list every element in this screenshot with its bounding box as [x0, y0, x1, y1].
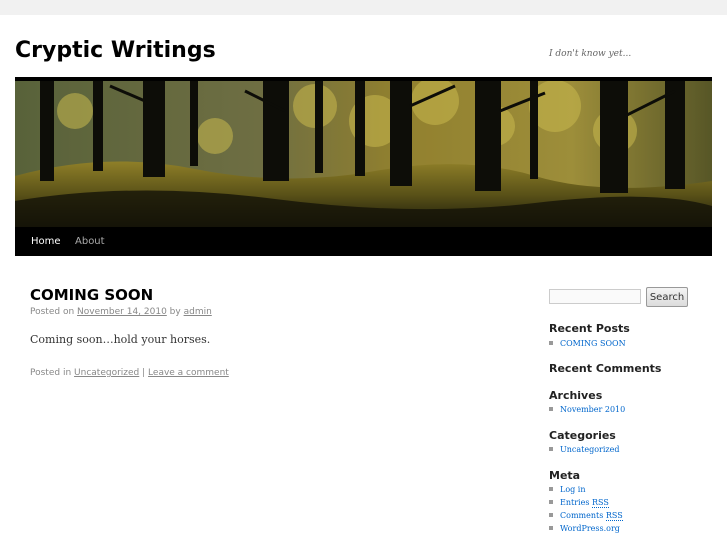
nav-item-home[interactable]: Home: [31, 227, 61, 256]
list-item: WordPress.org: [549, 522, 623, 535]
header-image: [15, 77, 712, 231]
recent-comments-title: Recent Comments: [549, 362, 662, 375]
rss-abbr: RSS: [591, 498, 609, 508]
comments-rss-link[interactable]: Comments RSS: [560, 511, 623, 521]
login-link[interactable]: Log in: [560, 485, 586, 494]
site-description: I don't know yet...: [549, 49, 632, 59]
list-item: Uncategorized: [549, 443, 619, 456]
category-widget-link[interactable]: Uncategorized: [560, 445, 619, 454]
bullet-icon: [549, 447, 553, 451]
archives-title: Archives: [549, 389, 603, 402]
meta-title: Meta: [549, 469, 581, 482]
leave-comment-link[interactable]: Leave a comment: [148, 368, 229, 378]
forest-header-graphic: [15, 81, 712, 227]
rss-abbr: RSS: [605, 511, 623, 521]
archives-list: November 2010: [549, 403, 625, 416]
nav-item-about[interactable]: About: [75, 227, 105, 256]
list-item: November 2010: [549, 403, 625, 416]
posted-on-label: Posted on: [30, 307, 75, 317]
bullet-icon: [549, 341, 553, 345]
search-input[interactable]: [549, 289, 641, 304]
categories-title: Categories: [549, 429, 616, 442]
main-navigation: Home About: [15, 227, 712, 256]
entries-label: Entries: [560, 498, 590, 507]
post-meta: Posted on November 14, 2010 by admin: [30, 307, 212, 317]
categories-list: Uncategorized: [549, 443, 619, 456]
bullet-icon: [549, 407, 553, 411]
list-item: Entries RSS: [549, 496, 623, 509]
meta-list: Log in Entries RSS Comments RSS WordPres…: [549, 483, 623, 535]
list-item: Log in: [549, 483, 623, 496]
page-wrapper: Cryptic Writings I don't know yet... Hom…: [0, 15, 727, 545]
meta-separator: |: [142, 368, 146, 378]
bullet-icon: [549, 526, 553, 530]
entries-rss-link[interactable]: Entries RSS: [560, 498, 609, 508]
post-utility: Posted in Uncategorized | Leave a commen…: [30, 368, 229, 378]
wordpress-link[interactable]: WordPress.org: [560, 524, 620, 533]
search-button[interactable]: Search: [646, 287, 688, 307]
post-author-link[interactable]: admin: [184, 307, 212, 317]
bullet-icon: [549, 513, 553, 517]
archive-link[interactable]: November 2010: [560, 405, 625, 414]
list-item: Comments RSS: [549, 509, 623, 522]
category-link[interactable]: Uncategorized: [74, 368, 139, 378]
by-label: by: [169, 307, 181, 317]
recent-posts-title: Recent Posts: [549, 322, 630, 335]
site-title[interactable]: Cryptic Writings: [15, 37, 216, 65]
recent-posts-list: COMING SOON: [549, 337, 626, 350]
posted-in-label: Posted in: [30, 368, 72, 378]
post-title[interactable]: COMING SOON: [30, 285, 153, 305]
list-item: COMING SOON: [549, 337, 626, 350]
post-date-link[interactable]: November 14, 2010: [77, 307, 167, 317]
recent-post-link[interactable]: COMING SOON: [560, 339, 626, 348]
comments-label: Comments: [560, 511, 604, 520]
post-content: Coming soon…hold your horses.: [30, 333, 211, 346]
bullet-icon: [549, 500, 553, 504]
bullet-icon: [549, 487, 553, 491]
